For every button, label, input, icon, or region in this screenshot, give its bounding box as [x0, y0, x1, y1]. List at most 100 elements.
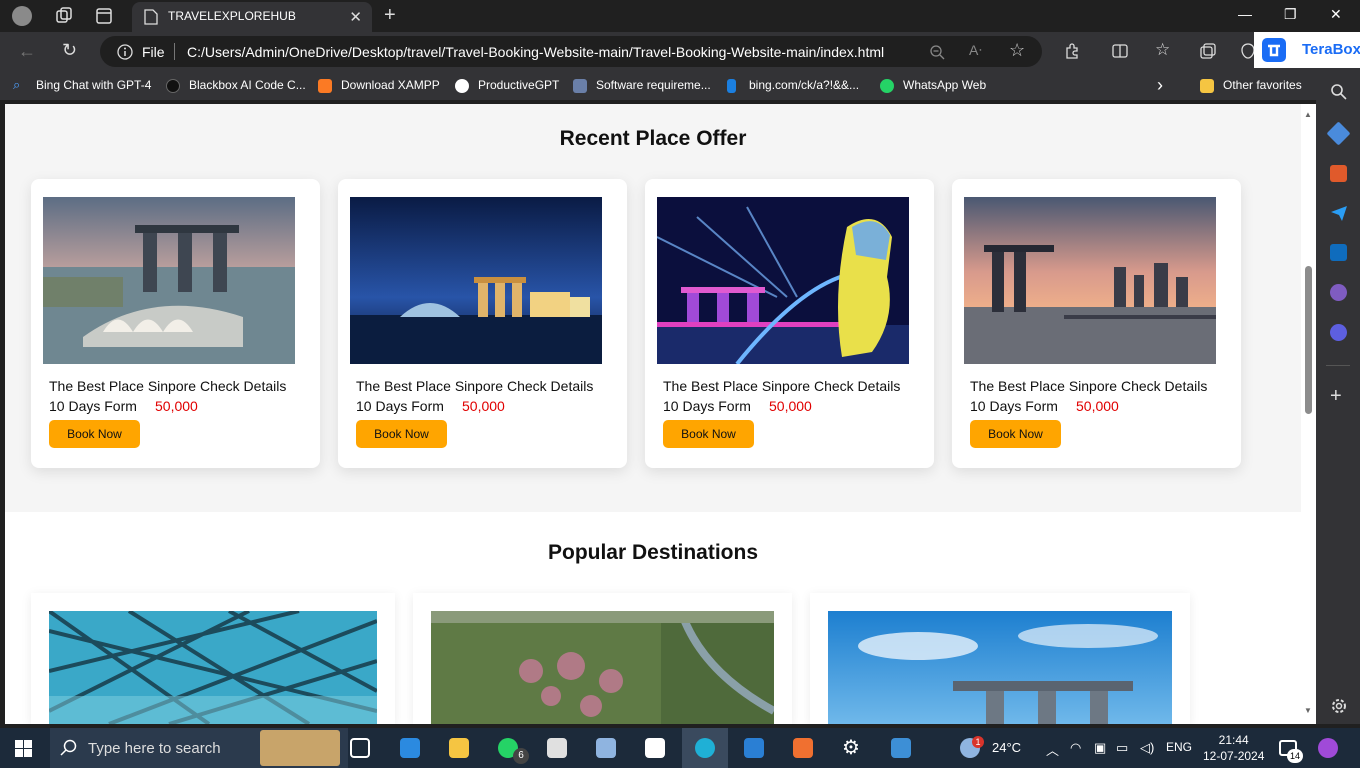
new-tab-button[interactable]: + — [384, 4, 396, 27]
vscode-icon[interactable] — [744, 738, 764, 758]
control-panel-icon[interactable] — [596, 738, 616, 758]
sidebar-search-icon[interactable] — [1330, 83, 1347, 100]
destination-image-gardens-by-the-bay — [431, 611, 774, 724]
page-icon — [144, 9, 158, 25]
offer-price: 50,000 — [462, 398, 505, 414]
offer-title[interactable]: The Best Place Sinpore Check Details — [663, 378, 900, 394]
search-icon: ⌕ — [13, 77, 21, 92]
scrollbar-thumb[interactable] — [1305, 266, 1312, 414]
photos-icon[interactable] — [891, 738, 911, 758]
wifi-icon[interactable]: ◠ — [1070, 740, 1081, 756]
terabox-taskbar-icon[interactable] — [645, 738, 665, 758]
book-now-button[interactable]: Book Now — [970, 420, 1061, 448]
favorites-icon[interactable]: ☆ — [1155, 40, 1170, 60]
search-highlight-image — [260, 730, 340, 766]
profile-avatar[interactable] — [12, 6, 32, 26]
destination-card[interactable] — [31, 593, 395, 724]
address-url[interactable]: C:/Users/Admin/OneDrive/Desktop/travel/T… — [187, 44, 884, 60]
tab-travelexplorehub[interactable]: TRAVELEXPLOREHUB ✕ — [132, 2, 372, 32]
favorite-label: ProductiveGPT — [478, 78, 560, 92]
offer-title[interactable]: The Best Place Sinpore Check Details — [356, 378, 593, 394]
task-view-icon[interactable] — [350, 738, 370, 758]
favorite-label: WhatsApp Web — [903, 78, 987, 92]
other-favorites-label: Other favorites — [1223, 78, 1302, 92]
offer-duration: 10 Days Form — [663, 398, 751, 414]
workspaces-icon[interactable] — [54, 6, 74, 26]
info-icon[interactable] — [117, 44, 133, 60]
address-scheme: File — [142, 44, 165, 60]
clock-time: 21:44 — [1218, 733, 1249, 747]
scroll-up-icon[interactable]: ▲ — [1304, 110, 1312, 119]
tab-close-icon[interactable]: ✕ — [349, 8, 362, 26]
favorites-bar: ⌕ Bing Chat with GPT-4 Blackbox AI Code … — [0, 72, 1360, 100]
offer-title[interactable]: The Best Place Sinpore Check Details — [49, 378, 286, 394]
terabox-label: TeraBox — [1302, 41, 1360, 58]
destination-card[interactable] — [810, 593, 1190, 724]
offer-title[interactable]: The Best Place Sinpore Check Details — [970, 378, 1207, 394]
offer-card: The Best Place Sinpore Check Details 10 … — [952, 179, 1241, 468]
taskbar-search[interactable]: Type here to search — [50, 728, 348, 768]
windows-start-icon[interactable] — [15, 740, 32, 757]
offer-price: 50,000 — [155, 398, 198, 414]
copilot-taskbar-icon[interactable] — [1318, 738, 1338, 758]
taskbar-search-placeholder: Type here to search — [88, 740, 221, 757]
offer-price: 50,000 — [1076, 398, 1119, 414]
send-icon[interactable] — [1330, 204, 1347, 221]
shopping-tag-icon[interactable] — [1326, 121, 1351, 146]
scroll-down-icon[interactable]: ▼ — [1304, 706, 1312, 715]
windows-taskbar: Type here to search 6 ⚙ 1 24°C ︿ ◠ ▣ ▭ ◁… — [0, 728, 1360, 768]
outlook-icon[interactable] — [1330, 244, 1347, 261]
back-icon[interactable]: ← — [18, 41, 36, 62]
volume-icon[interactable]: ◁) — [1140, 740, 1154, 756]
meet-now-icon[interactable]: ▣ — [1094, 740, 1106, 756]
calendar-app-icon[interactable] — [400, 738, 420, 758]
settings-icon[interactable]: ⚙ — [842, 735, 862, 759]
add-sidebar-app-icon[interactable]: + — [1330, 385, 1342, 408]
close-window-button[interactable]: ✕ — [1330, 6, 1342, 23]
title-bar: TRAVELEXPLOREHUB ✕ + — ❐ ✕ — [0, 0, 1360, 32]
store-icon[interactable] — [547, 738, 567, 758]
show-hidden-icons[interactable]: ︿ — [1046, 740, 1059, 759]
address-bar[interactable]: File C:/Users/Admin/OneDrive/Desktop/tra… — [100, 36, 1042, 67]
edge-icon — [695, 738, 715, 758]
destination-image-glass-dome — [49, 611, 377, 724]
book-now-button[interactable]: Book Now — [663, 420, 754, 448]
favorite-star-icon[interactable]: ☆ — [1009, 40, 1025, 61]
edge-taskbar-active[interactable] — [682, 728, 728, 768]
favorites-more-icon[interactable]: › — [1157, 75, 1163, 96]
document-icon — [573, 79, 587, 93]
collections-icon[interactable] — [1199, 42, 1217, 60]
sidebar-divider — [1326, 365, 1350, 366]
search-icon — [60, 739, 77, 756]
favorite-label: Blackbox AI Code C... — [189, 78, 306, 92]
offer-image-sunset-bay — [964, 197, 1216, 364]
page-scrollbar[interactable]: ▲ ▼ — [1301, 104, 1316, 724]
split-screen-icon[interactable] — [1111, 42, 1129, 60]
edge-sidebar: + — [1316, 72, 1360, 724]
refresh-icon[interactable]: ↻ — [62, 40, 77, 61]
system-clock[interactable]: 21:44 12-07-2024 — [1203, 732, 1264, 764]
read-aloud-icon[interactable]: Aᐧ — [969, 42, 982, 59]
zoom-out-icon[interactable] — [929, 44, 945, 60]
terabox-extension[interactable]: TeraBox — [1254, 32, 1360, 68]
vertical-tabs-icon[interactable] — [94, 6, 114, 26]
destination-card[interactable] — [413, 593, 792, 724]
minimize-button[interactable]: — — [1238, 6, 1252, 22]
favorite-label: Software requireme... — [596, 78, 711, 92]
book-now-button[interactable]: Book Now — [49, 420, 140, 448]
temperature[interactable]: 24°C — [992, 740, 1021, 755]
copilot-icon[interactable] — [1330, 324, 1347, 341]
tools-icon[interactable] — [1330, 165, 1347, 182]
q-app-icon[interactable] — [793, 738, 813, 758]
language-indicator[interactable]: ENG — [1166, 740, 1192, 754]
file-explorer-icon[interactable] — [449, 738, 469, 758]
extensions-icon[interactable] — [1063, 42, 1081, 60]
offer-card: The Best Place Sinpore Check Details 10 … — [338, 179, 627, 468]
offer-duration: 10 Days Form — [970, 398, 1058, 414]
toolbar: ← ↻ File C:/Users/Admin/OneDrive/Desktop… — [0, 32, 1360, 72]
games-icon[interactable] — [1330, 284, 1347, 301]
sidebar-settings-icon[interactable] — [1330, 697, 1347, 714]
book-now-button[interactable]: Book Now — [356, 420, 447, 448]
maximize-button[interactable]: ❐ — [1284, 6, 1297, 23]
battery-icon[interactable]: ▭ — [1116, 740, 1128, 756]
